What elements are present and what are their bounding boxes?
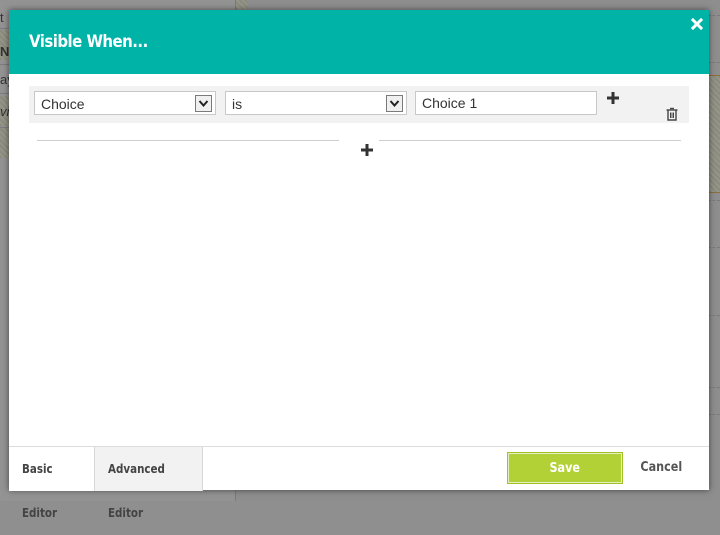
- dialog-header: Visible When...: [9, 10, 709, 74]
- plus-icon: [607, 92, 619, 104]
- background-divider: [708, 62, 720, 63]
- background-divider: [708, 200, 720, 201]
- background-divider: [708, 15, 720, 16]
- tab-basic-editor[interactable]: Basic Editor: [9, 447, 94, 520]
- dialog-footer: Basic Editor Advanced Editor Save Cancel: [9, 446, 709, 520]
- group-divider: [379, 140, 681, 141]
- tab-advanced-editor-label: Advanced Editor: [108, 462, 165, 520]
- background-text: t: [0, 10, 4, 25]
- trash-icon: [666, 107, 678, 121]
- background-hatch: [236, 0, 248, 9]
- plus-icon: [361, 144, 373, 156]
- cancel-button-label: Cancel: [640, 460, 682, 475]
- background-divider: [708, 387, 720, 388]
- dialog-title: Visible When...: [29, 32, 148, 52]
- close-button[interactable]: [689, 16, 705, 32]
- background-divider: [708, 414, 720, 415]
- tab-advanced-editor[interactable]: Advanced Editor: [94, 447, 203, 520]
- field-select-value: Choice: [41, 96, 85, 112]
- background-text: N: [0, 44, 10, 59]
- save-button-label: Save: [549, 461, 581, 476]
- chevron-down-icon[interactable]: [386, 95, 403, 112]
- value-input[interactable]: [415, 91, 597, 115]
- visible-when-dialog: Visible When... Choice is Choice 1 Basic…: [9, 10, 709, 520]
- close-icon: [690, 17, 704, 31]
- background-hatch: [709, 75, 720, 193]
- background-divider: [708, 247, 720, 248]
- background-hatch: [0, 128, 9, 158]
- field-select[interactable]: Choice: [34, 91, 216, 115]
- operator-select[interactable]: is: [225, 91, 407, 115]
- add-condition-button[interactable]: [607, 91, 621, 105]
- cancel-button[interactable]: Cancel: [633, 452, 689, 484]
- add-group-button[interactable]: [361, 143, 373, 161]
- save-button[interactable]: Save: [507, 452, 623, 484]
- operator-select-value: is: [232, 96, 243, 112]
- condition-row: Choice is: [29, 86, 689, 123]
- group-divider: [37, 140, 339, 141]
- chevron-down-icon[interactable]: [195, 95, 212, 112]
- background-divider: [708, 315, 720, 316]
- delete-condition-button[interactable]: [666, 107, 678, 126]
- tab-basic-editor-label: Basic Editor: [22, 462, 58, 520]
